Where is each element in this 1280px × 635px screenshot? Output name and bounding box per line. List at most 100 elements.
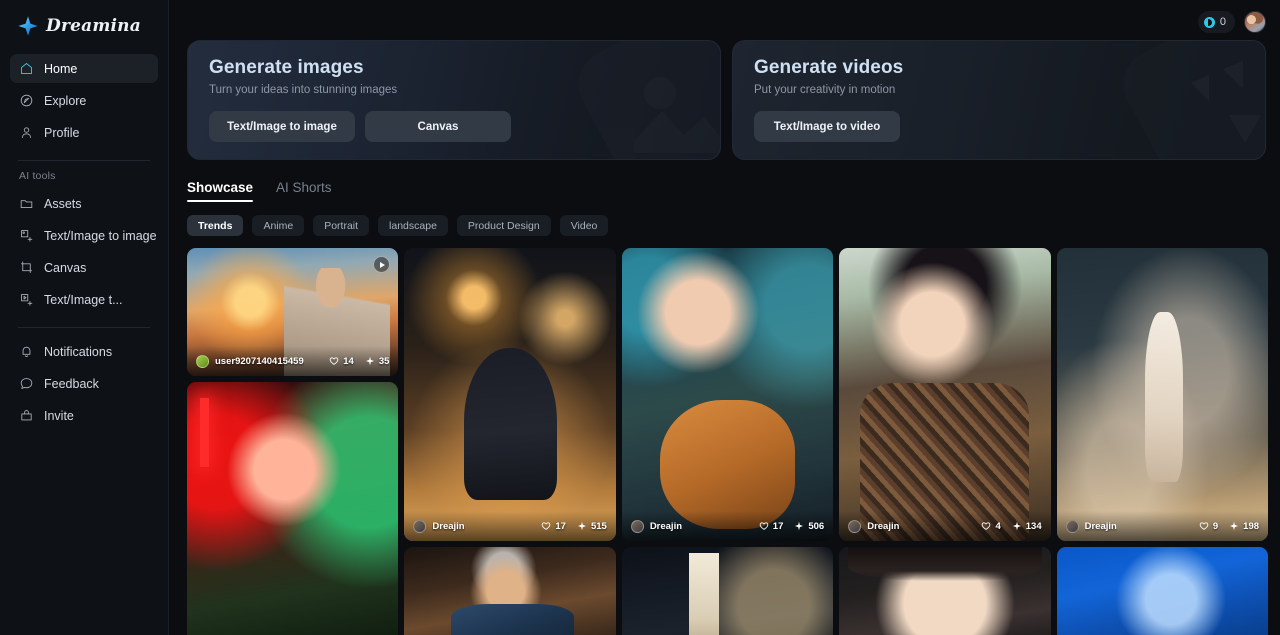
- gallery-column: Dreajin 4 134: [839, 248, 1051, 635]
- like-stat[interactable]: 17: [759, 521, 783, 532]
- artwork-image: [1056, 547, 1269, 635]
- sidebar-item-text-image-to-image[interactable]: Text/Image to image: [10, 221, 158, 250]
- sidebar-item-notifications[interactable]: Notifications: [10, 337, 158, 366]
- canvas-icon: [19, 260, 34, 275]
- gallery-card[interactable]: user9207140415459 14 35: [187, 248, 399, 376]
- hero-row: Generate images Turn your ideas into stu…: [169, 40, 1280, 160]
- hero-card-generate-videos: Generate videos Put your creativity in m…: [732, 40, 1266, 160]
- star-count: 198: [1243, 520, 1260, 532]
- star-stat[interactable]: 35: [365, 356, 389, 367]
- card-stats: 4 134: [981, 520, 1042, 532]
- artwork-image: [621, 547, 834, 635]
- sidebar-item-text-image-to-video[interactable]: Text/Image t...: [10, 285, 158, 314]
- star-stat[interactable]: 515: [577, 521, 607, 532]
- spark-icon: [794, 521, 804, 531]
- author-avatar[interactable]: [848, 519, 862, 533]
- card-stats: 14 35: [329, 356, 389, 367]
- sidebar-item-label: Feedback: [44, 376, 99, 391]
- chip-video[interactable]: Video: [559, 215, 609, 236]
- artwork-image: [404, 547, 616, 635]
- topbar: 0: [1197, 0, 1280, 44]
- main-area: 0 Generate images Turn your ideas into s…: [169, 0, 1280, 635]
- sidebar-item-feedback[interactable]: Feedback: [10, 369, 158, 398]
- gallery-card[interactable]: Dreajin 17 506: [621, 248, 834, 541]
- avatar[interactable]: [1244, 11, 1266, 33]
- gallery-card[interactable]: Dreajin 4 134: [839, 248, 1051, 541]
- author-name: Dreajin: [432, 520, 465, 532]
- chip-anime[interactable]: Anime: [252, 215, 305, 236]
- card-stats: 17 506: [759, 521, 824, 532]
- card-overlay: Dreajin 9 198: [1056, 511, 1269, 541]
- home-icon: [19, 61, 34, 76]
- spark-icon: [577, 521, 587, 531]
- heart-icon: [329, 356, 339, 366]
- text-image-to-video-button[interactable]: Text/Image to video: [754, 111, 900, 142]
- tab-ai-shorts[interactable]: AI Shorts: [276, 180, 332, 202]
- canvas-button[interactable]: Canvas: [365, 111, 511, 142]
- heart-icon: [981, 521, 991, 531]
- star-spark-icon: [17, 15, 39, 37]
- gallery-card[interactable]: [621, 547, 834, 635]
- gallery-column: user9207140415459 14 35: [187, 248, 399, 635]
- card-stats: 9 198: [1199, 521, 1259, 532]
- content-tabs: Showcase AI Shorts: [169, 160, 1280, 202]
- star-stat[interactable]: 506: [794, 521, 824, 532]
- author-avatar[interactable]: [413, 519, 427, 533]
- gallery-card[interactable]: [1056, 547, 1269, 635]
- card-overlay: Dreajin 4 134: [839, 511, 1051, 541]
- like-stat[interactable]: 9: [1199, 521, 1218, 532]
- gallery-card[interactable]: [839, 547, 1051, 635]
- sidebar-item-invite[interactable]: Invite: [10, 401, 158, 430]
- author-avatar[interactable]: [630, 519, 644, 533]
- sidebar-item-canvas[interactable]: Canvas: [10, 253, 158, 282]
- like-count: 4: [995, 520, 1001, 532]
- card-stats: 17 515: [541, 521, 607, 532]
- text-image-to-image-button[interactable]: Text/Image to image: [209, 111, 355, 142]
- gallery-column: Dreajin 17 506: [621, 248, 834, 635]
- hero-decoration-icon: [1083, 41, 1265, 159]
- card-overlay: user9207140415459 14 35: [187, 346, 399, 376]
- card-overlay: Dreajin 17 515: [404, 511, 616, 541]
- sidebar-item-label: Home: [44, 61, 78, 76]
- author-avatar[interactable]: [1065, 519, 1079, 533]
- gallery-card[interactable]: [187, 382, 399, 635]
- like-stat[interactable]: 4: [981, 520, 1001, 532]
- credits-badge[interactable]: 0: [1197, 11, 1235, 33]
- chip-product-design[interactable]: Product Design: [456, 215, 551, 236]
- gallery-card[interactable]: [404, 547, 616, 635]
- like-count: 17: [555, 520, 566, 532]
- gallery-column: Dreajin 9 198: [1056, 248, 1269, 635]
- chip-landscape[interactable]: landscape: [378, 215, 448, 236]
- chip-portrait[interactable]: Portrait: [313, 215, 370, 236]
- sidebar-item-label: Text/Image to image: [44, 228, 157, 243]
- gallery-card[interactable]: Dreajin 17 515: [404, 248, 616, 541]
- star-stat[interactable]: 198: [1229, 521, 1259, 532]
- sidebar-item-home[interactable]: Home: [10, 54, 158, 83]
- like-count: 14: [343, 355, 354, 367]
- sidebar-item-assets[interactable]: Assets: [10, 189, 158, 218]
- credits-value: 0: [1219, 16, 1226, 28]
- video-plus-icon: [19, 292, 34, 307]
- image-plus-icon: [19, 228, 34, 243]
- like-stat[interactable]: 14: [329, 356, 354, 367]
- author-name: Dreajin: [1084, 520, 1117, 532]
- like-stat[interactable]: 17: [541, 521, 566, 532]
- credit-coin-icon: [1203, 16, 1215, 28]
- brand-logo[interactable]: Dreamina: [10, 0, 158, 52]
- star-stat[interactable]: 134: [1012, 521, 1042, 532]
- spark-icon: [1229, 521, 1239, 531]
- sidebar-item-profile[interactable]: Profile: [10, 118, 158, 147]
- sidebar: Dreamina Home Explore Profile AI tools A…: [0, 0, 169, 635]
- sidebar-item-label: Explore: [44, 93, 87, 108]
- hero-card-generate-images: Generate images Turn your ideas into stu…: [187, 40, 721, 160]
- tab-showcase[interactable]: Showcase: [187, 180, 254, 202]
- author-avatar[interactable]: [196, 354, 209, 368]
- chip-trends[interactable]: Trends: [187, 215, 244, 236]
- sidebar-tools-nav: Assets Text/Image to image Canvas Text/I…: [10, 189, 158, 317]
- star-count: 134: [1025, 520, 1042, 532]
- message-icon: [19, 376, 34, 391]
- sidebar-item-explore[interactable]: Explore: [10, 86, 158, 115]
- heart-icon: [1199, 521, 1209, 531]
- sidebar-primary-nav: Home Explore Profile: [10, 54, 158, 150]
- gallery-card[interactable]: Dreajin 9 198: [1056, 248, 1269, 541]
